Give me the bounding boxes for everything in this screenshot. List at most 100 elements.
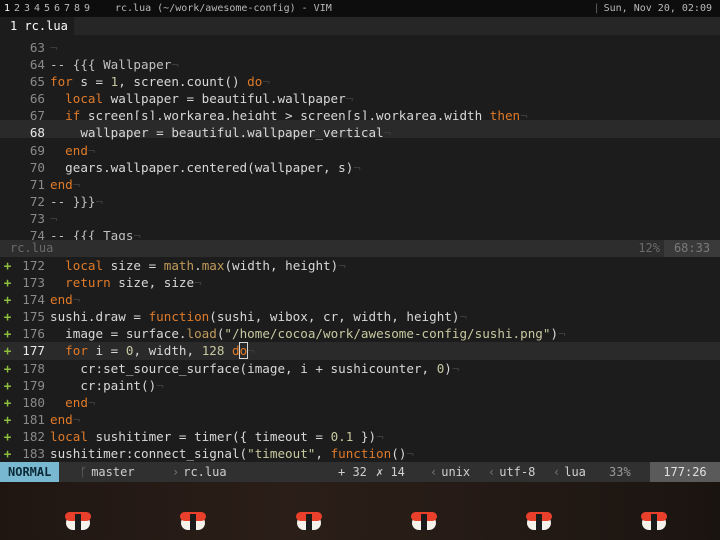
vim-window[interactable]: 1 rc.lua 63 ¬ 64 -- {{{ Wallpaper¬ 65 for s =…: [0, 17, 720, 482]
line-text[interactable]: for i = 0, width, 128 do: [50, 342, 249, 360]
eol-marker: ¬: [451, 360, 460, 376]
code-line[interactable]: +180 end¬: [0, 394, 720, 411]
line-text[interactable]: end: [50, 395, 88, 410]
line-number: 74: [29, 228, 45, 240]
line-number: 181: [22, 411, 45, 427]
git-branch-icon: ᚴ: [80, 465, 88, 479]
status-percent: 12%: [638, 241, 660, 255]
line-number: 179: [22, 377, 45, 393]
git-added-sign: +: [3, 258, 12, 273]
sushi-icon: [65, 510, 91, 532]
window-title[interactable]: rc.lua (~/work/awesome-config) - VIM: [115, 0, 332, 17]
clock-text: Sun, Nov 20, 02:09: [603, 3, 712, 14]
editor-pane-bottom[interactable]: +172 local size = math.max(width, height…: [0, 257, 720, 462]
line-text[interactable]: cr:paint(): [50, 378, 156, 393]
code-line[interactable]: +172 local size = math.max(width, height…: [0, 257, 720, 274]
statusline-active: NORMAL ᚴ master › rc.lua + 32 ✗ 14 ‹ unix ‹…: [0, 462, 720, 482]
code-line[interactable]: +175 sushi.draw = function(sushi, wibox, …: [0, 308, 720, 325]
line-text[interactable]: end: [50, 412, 73, 427]
line-text[interactable]: -- {{{ Tags: [50, 228, 133, 240]
sign-column: [0, 120, 15, 137]
git-added-sign: +: [3, 275, 12, 291]
code-line[interactable]: 65 for s = 1, screen.count() do¬: [0, 69, 720, 89]
editor-pane-top[interactable]: 63 ¬ 64 -- {{{ Wallpaper¬ 65 for s = 1, scree…: [0, 35, 720, 240]
code-line[interactable]: +174 end¬: [0, 291, 720, 308]
tag-1[interactable]: 1: [2, 0, 12, 17]
clock-separator: |: [593, 3, 600, 14]
sign-column: [0, 189, 15, 206]
tabline: 1 rc.lua: [0, 17, 720, 35]
git-added-sign: +: [3, 326, 12, 342]
code-line[interactable]: 73 ¬: [0, 206, 720, 226]
clock: | Sun, Nov 20, 02:09: [594, 0, 712, 17]
line-text[interactable]: local size = math.max(width, height): [50, 258, 338, 273]
sign-column: [0, 35, 15, 52]
tab-rc-lua[interactable]: 1 rc.lua: [0, 17, 74, 35]
line-text[interactable]: image = surface.load("/home/cocoa/work/a…: [50, 326, 558, 341]
code-line[interactable]: +179 cr:paint()¬: [0, 377, 720, 394]
code-line[interactable]: 71 end¬: [0, 172, 720, 192]
sign-column: [0, 69, 15, 86]
tag-9[interactable]: 9: [82, 0, 92, 17]
code-line[interactable]: 70 gears.wallpaper.centered(wallpaper, s…: [0, 155, 720, 175]
tag-list: 123456789: [2, 0, 92, 17]
code-line[interactable]: +182 local sushitimer = timer({ timeout =…: [0, 428, 720, 445]
line-text[interactable]: end: [50, 292, 73, 307]
line-text[interactable]: return size, size: [50, 275, 194, 290]
code-line[interactable]: 74 -- {{{ Tags¬: [0, 223, 720, 240]
tag-7[interactable]: 7: [62, 0, 72, 17]
code-line[interactable]: 63 ¬: [0, 35, 720, 55]
eol-marker: ¬: [87, 394, 96, 410]
line-number: 178: [22, 360, 45, 376]
line-text[interactable]: cr:set_source_surface(image, i + sushico…: [50, 361, 452, 376]
fileformat-text: unix: [441, 465, 471, 479]
code-line[interactable]: 67 if screen[s].workarea.height > screen…: [0, 103, 720, 123]
encoding: ‹ utf-8: [488, 462, 535, 482]
line-text[interactable]: sushitimer:connect_signal("timeout", fun…: [50, 446, 406, 461]
code-line[interactable]: 69 end¬: [0, 138, 720, 158]
sign-column: [0, 223, 15, 240]
code-line[interactable]: +181 end¬: [0, 411, 720, 428]
tag-5[interactable]: 5: [42, 0, 52, 17]
sign-column: [0, 103, 15, 120]
tag-8[interactable]: 8: [72, 0, 82, 17]
code-line[interactable]: 68 wallpaper = beautiful.wallpaper_verti…: [0, 120, 720, 140]
code-line[interactable]: +177 for i = 0, width, 128 do¬: [0, 342, 720, 360]
sushi-icon: [526, 510, 552, 532]
tag-3[interactable]: 3: [22, 0, 32, 17]
sign-column: [0, 52, 15, 69]
line-number: 180: [22, 394, 45, 410]
sushi-icon: [641, 510, 667, 532]
tag-4[interactable]: 4: [32, 0, 42, 17]
filetype: ‹ lua: [553, 462, 586, 482]
filetype-text: lua: [564, 465, 586, 479]
git-added-sign: +: [3, 394, 12, 410]
code-line[interactable]: +183 sushitimer:connect_signal("timeout",…: [0, 445, 720, 462]
sign-column: [0, 86, 15, 103]
fileformat: ‹ unix: [430, 462, 470, 482]
git-added-count: + 32: [338, 465, 367, 479]
sign-column: [0, 172, 15, 189]
status-file: › rc.lua: [172, 462, 227, 482]
tag-2[interactable]: 2: [12, 0, 22, 17]
git-branch: ᚴ master: [80, 462, 135, 482]
tag-6[interactable]: 6: [52, 0, 62, 17]
code-line[interactable]: 72 -- }}}¬: [0, 189, 720, 209]
code-line[interactable]: +176 image = surface.load("/home/cocoa/w…: [0, 325, 720, 342]
git-added-sign: +: [3, 446, 12, 462]
code-line[interactable]: +173 return size, size¬: [0, 274, 720, 291]
line-text[interactable]: sushi.draw = function(sushi, wibox, cr, …: [50, 309, 459, 324]
git-removed-count: ✗ 14: [376, 465, 405, 479]
status-position-active: 177:26: [650, 462, 720, 482]
code-line[interactable]: +178 cr:set_source_surface(image, i + su…: [0, 360, 720, 377]
sushi-icon: [296, 510, 322, 532]
line-text[interactable]: local sushitimer = timer({ timeout = 0.1…: [50, 429, 376, 444]
status-percent-active: 33%: [609, 465, 631, 479]
code-line[interactable]: 66 local wallpaper = beautiful.wallpaper…: [0, 86, 720, 106]
eol-marker: ¬: [156, 377, 164, 393]
sign-column: [0, 206, 15, 223]
git-added-sign: +: [3, 309, 12, 325]
code-line[interactable]: 64 -- {{{ Wallpaper¬: [0, 52, 720, 72]
chevron-left-icon: ‹: [553, 465, 561, 479]
status-filename-active: rc.lua: [183, 465, 227, 479]
